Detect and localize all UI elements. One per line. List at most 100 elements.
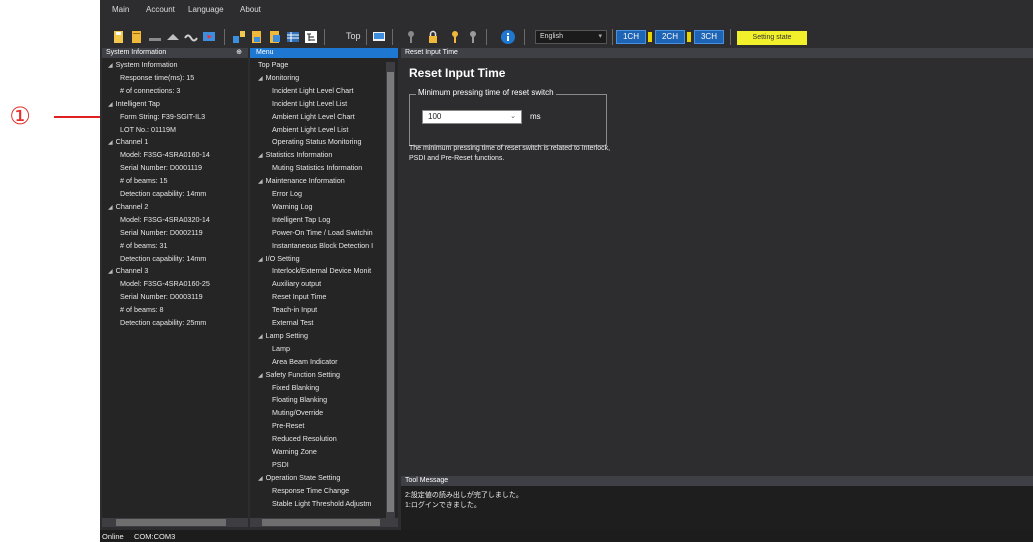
expand-icon[interactable]: ◢ [258,476,263,482]
language-select[interactable]: English ▾ [535,30,607,44]
expand-icon[interactable]: ◢ [258,334,263,340]
scroll-thumb[interactable] [387,72,394,512]
system-info-item[interactable]: ◢ Channel 3 [108,266,148,275]
menu-item[interactable]: Power-On Time / Load Switchin [272,228,373,237]
expand-icon[interactable]: ◢ [108,269,113,275]
system-info-item[interactable]: Detection capability: 14mm [120,254,206,263]
menu-item[interactable]: Fixed Blanking [272,383,319,392]
expand-icon[interactable]: ◢ [258,76,263,82]
expand-icon[interactable]: ◢ [258,373,263,379]
channel-1-button[interactable]: 1CH [616,30,646,44]
menu-item[interactable]: Top Page [258,60,288,69]
system-info-item[interactable]: Form String: F39-SGIT-IL3 [120,112,205,121]
tree-icon[interactable] [304,30,318,44]
menu-account[interactable]: Account [146,5,175,14]
menu-about[interactable]: About [240,5,261,14]
menu-item[interactable]: Warning Zone [272,447,317,456]
menu-main[interactable]: Main [112,5,129,14]
system-info-item[interactable]: LOT No.: 01119M [120,125,176,134]
expand-icon[interactable]: ◢ [108,140,113,146]
scroll-thumb[interactable] [262,519,380,526]
expand-icon[interactable]: ◢ [258,153,263,159]
menu-item[interactable]: Area Beam Indicator [272,357,338,366]
save-icon[interactable] [112,30,126,44]
menu-item[interactable]: Warning Log [272,202,313,211]
system-info-item[interactable]: Detection capability: 25mm [120,318,206,327]
menu-item[interactable]: Stable Light Threshold Adjustm [272,499,371,508]
key-disabled-icon[interactable] [466,30,480,44]
menu-item[interactable]: ◢ Maintenance Information [258,176,345,185]
menu-item[interactable]: Incident Light Level Chart [272,86,354,95]
download-icon[interactable] [250,30,264,44]
menu-item[interactable]: Instantaneous Block Detection I [272,241,373,250]
menu-item[interactable]: External Test [272,318,313,327]
menu-vscroll[interactable] [386,62,395,524]
menu-item[interactable]: PSDI [272,460,289,469]
compare-icon[interactable] [268,30,282,44]
menu-item[interactable]: Muting/Override [272,408,323,417]
menu-item[interactable]: ◢ Lamp Setting [258,331,308,340]
menu-item[interactable]: ◢ Operation State Setting [258,473,340,482]
bluetooth-icon[interactable] [148,30,162,44]
table-icon[interactable] [286,30,300,44]
home-icon[interactable] [372,30,386,44]
upload-icon[interactable] [232,30,246,44]
system-info-item[interactable]: # of connections: 3 [120,86,180,95]
menu-item[interactable]: Teach-in Input [272,305,317,314]
menu-item[interactable]: ◢ I/O Setting [258,254,300,263]
open-icon[interactable] [130,30,144,44]
menu-item[interactable]: ◢ Statistics Information [258,150,332,159]
system-info-item[interactable]: Model: F3SG-4SRA0160-14 [120,150,210,159]
wave-icon[interactable] [184,30,198,44]
monitor-icon[interactable] [202,30,216,44]
key-alt-icon[interactable] [448,30,462,44]
system-info-item[interactable]: Detection capability: 14mm [120,189,206,198]
system-info-item[interactable]: ◢ Intelligent Tap [108,99,160,108]
expand-icon[interactable]: ◢ [258,179,263,185]
system-info-item[interactable]: ◢ System Information [108,60,178,69]
system-info-item[interactable]: Serial Number: D0003119 [120,292,203,301]
lock-icon[interactable] [426,30,440,44]
system-info-item[interactable]: Serial Number: D0001119 [120,163,202,172]
expand-icon[interactable]: ◢ [108,205,113,211]
key-icon[interactable] [404,30,418,44]
channel-2-button[interactable]: 2CH [655,30,685,44]
menu-item[interactable]: Floating Blanking [272,395,327,404]
pin-icon[interactable]: ⊕ [236,48,242,58]
system-info-item[interactable]: Model: F3SG-4SRA0160-25 [120,279,210,288]
menu-item[interactable]: Ambient Light Level Chart [272,112,355,121]
system-info-item[interactable]: # of beams: 31 [120,241,168,250]
sensor-icon[interactable] [166,30,180,44]
menu-item[interactable]: Auxiliary output [272,279,321,288]
channel-3-button[interactable]: 3CH [694,30,724,44]
menu-item[interactable]: Intelligent Tap Log [272,215,330,224]
info-icon[interactable] [500,29,516,45]
menu-item[interactable]: Interlock/External Device Monit [272,266,371,275]
reset-time-select[interactable]: 100 ⌄ [422,110,522,124]
expand-icon[interactable]: ◢ [108,63,113,69]
menu-item[interactable]: Reset Input Time [272,292,326,301]
system-info-item[interactable]: Response time(ms): 15 [120,73,194,82]
system-info-hscroll[interactable] [102,518,248,527]
expand-icon[interactable]: ◢ [108,102,113,108]
menu-language[interactable]: Language [188,5,224,14]
expand-icon[interactable]: ◢ [258,257,263,263]
menu-item[interactable]: Lamp [272,344,290,353]
menu-hscroll[interactable] [250,518,398,527]
menu-item[interactable]: Muting Statistics Information [272,163,362,172]
system-info-item[interactable]: Serial Number: D0002119 [120,228,203,237]
menu-item[interactable]: Pre-Reset [272,421,304,430]
menu-item[interactable]: ◢ Monitoring [258,73,299,82]
menu-item[interactable]: Ambient Light Level List [272,125,348,134]
system-info-item[interactable]: # of beams: 15 [120,176,168,185]
menu-item[interactable]: Reduced Resolution [272,434,337,443]
menu-item[interactable]: Error Log [272,189,302,198]
menu-item[interactable]: Operating Status Monitoring [272,137,362,146]
menu-item[interactable]: Incident Light Level List [272,99,347,108]
system-info-item[interactable]: ◢ Channel 1 [108,137,148,146]
system-info-item[interactable]: # of beams: 8 [120,305,164,314]
menu-item[interactable]: ◢ Safety Function Setting [258,370,340,379]
system-info-item[interactable]: Model: F3SG-4SRA0320-14 [120,215,210,224]
system-info-item[interactable]: ◢ Channel 2 [108,202,148,211]
menu-item[interactable]: Response Time Change [272,486,349,495]
